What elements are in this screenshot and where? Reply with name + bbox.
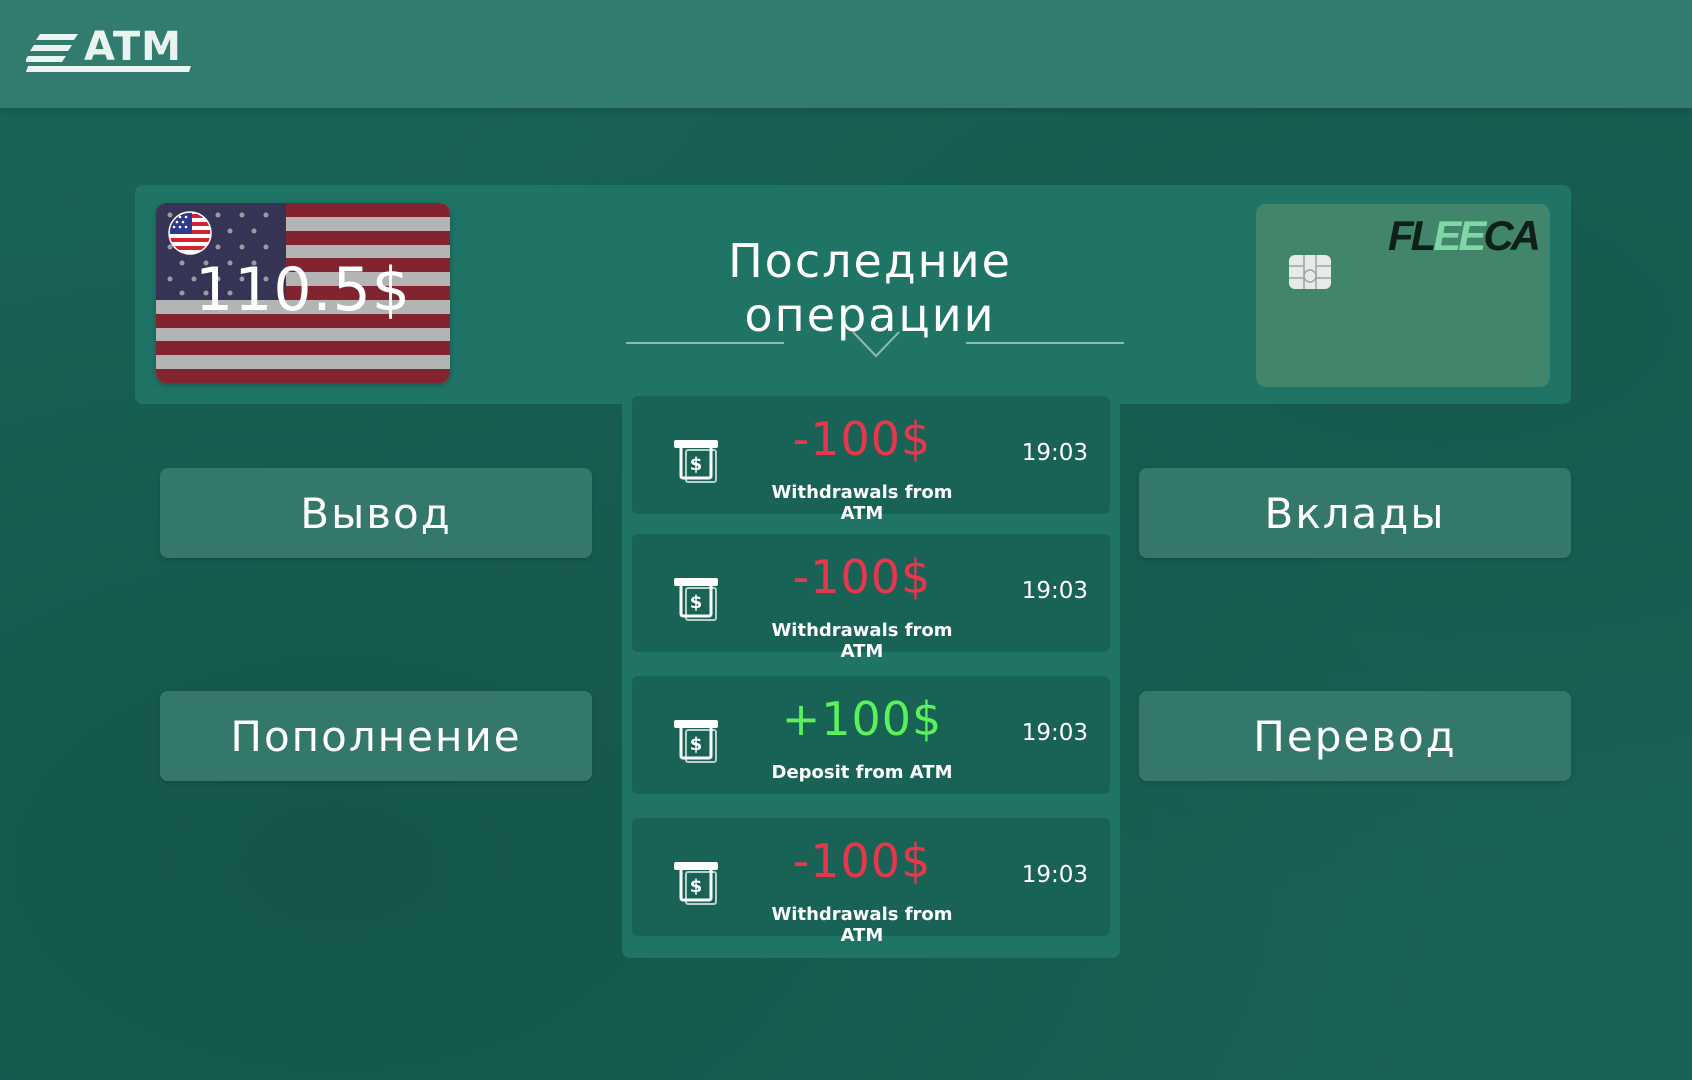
operation-description: Deposit from ATM xyxy=(771,762,953,783)
title-divider-right xyxy=(966,342,1124,344)
atm-cash-icon: $ xyxy=(674,862,718,905)
bank-logo-part3: CA xyxy=(1483,212,1541,259)
operation-item[interactable]: $ -100$ Withdrawals from ATM 19:03 xyxy=(632,818,1110,946)
transfer-button[interactable]: Перевод xyxy=(1139,691,1571,781)
bank-logo-part1: FL xyxy=(1387,212,1436,259)
top-bar: ATM xyxy=(0,0,1692,108)
svg-text:$: $ xyxy=(690,454,703,475)
operation-description: Withdrawals from ATM xyxy=(771,904,953,946)
bank-logo-part2: EE xyxy=(1433,212,1486,259)
savings-button[interactable]: Вклады xyxy=(1139,468,1571,558)
operation-description: Withdrawals from ATM xyxy=(771,620,953,662)
operation-time: 19:03 xyxy=(1021,578,1088,604)
operation-time: 19:03 xyxy=(1021,862,1088,888)
operation-amount: +100$ xyxy=(781,692,943,746)
svg-text:$: $ xyxy=(690,876,703,897)
atm-cash-icon: $ xyxy=(674,720,718,763)
svg-text:$: $ xyxy=(690,734,703,755)
operation-amount: -100$ xyxy=(792,550,932,604)
title-divider-left xyxy=(626,342,784,344)
withdraw-button[interactable]: Вывод xyxy=(160,468,592,558)
deposit-button[interactable]: Пополнение xyxy=(160,691,592,781)
us-flag-icon xyxy=(168,211,212,255)
operation-time: 19:03 xyxy=(1021,720,1088,746)
operation-item[interactable]: $ +100$ Deposit from ATM 19:03 xyxy=(632,676,1110,794)
operation-item[interactable]: $ -100$ Withdrawals from ATM 19:03 xyxy=(632,534,1110,662)
balance-card: 110.5$ xyxy=(156,203,450,383)
operation-amount: -100$ xyxy=(792,834,932,888)
bank-card: FLEECA xyxy=(1256,204,1550,387)
operation-item[interactable]: $ -100$ Withdrawals from ATM 19:03 xyxy=(632,396,1110,524)
card-chip-icon xyxy=(1289,255,1331,289)
operation-amount: -100$ xyxy=(792,412,932,466)
balance-amount: 110.5$ xyxy=(195,255,411,325)
chevron-down-icon xyxy=(852,331,900,358)
operation-description: Withdrawals from ATM xyxy=(771,482,953,524)
atm-logo: ATM xyxy=(26,18,196,76)
operations-title: Последние операции xyxy=(728,234,1012,342)
operation-time: 19:03 xyxy=(1021,440,1088,466)
atm-logo-text: ATM xyxy=(84,24,182,70)
atm-cash-icon: $ xyxy=(674,440,718,483)
bank-logo: FLEECA xyxy=(1387,212,1541,260)
atm-cash-icon: $ xyxy=(674,578,718,621)
svg-text:$: $ xyxy=(690,592,703,613)
